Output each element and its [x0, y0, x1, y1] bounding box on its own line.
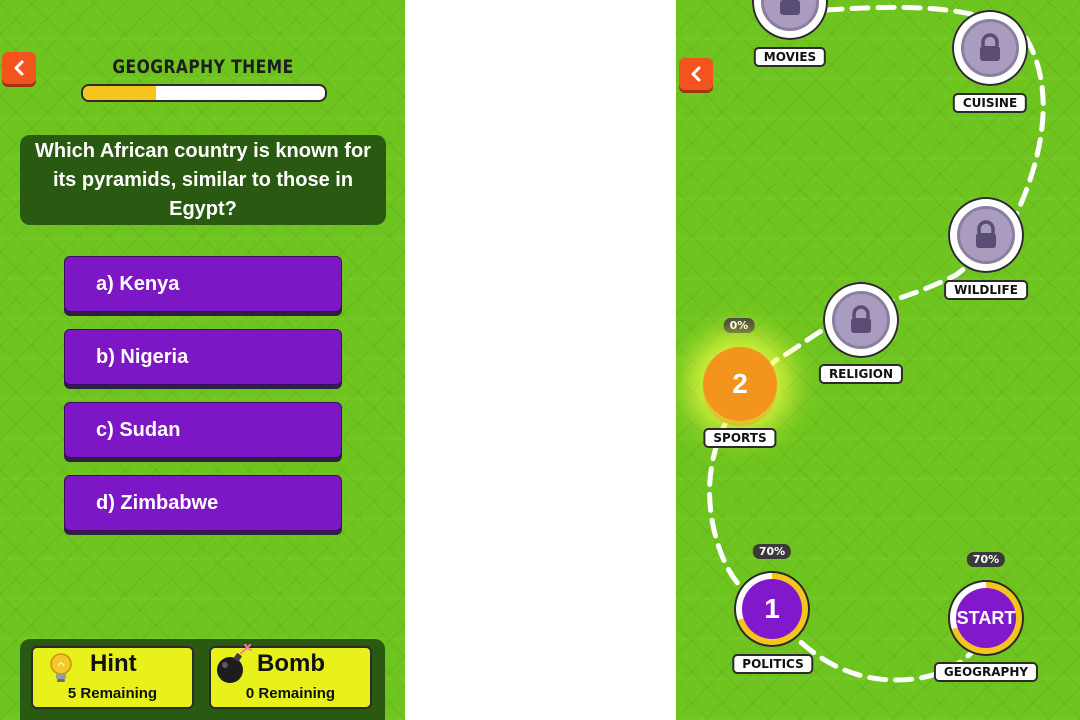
- start-label: START: [956, 607, 1016, 628]
- hint-button[interactable]: Hint 5 Remaining: [31, 646, 194, 709]
- answer-label: b) Nigeria: [96, 345, 189, 368]
- completion-ring: START: [950, 582, 1022, 654]
- theme-title: GEOGRAPHY THEME: [112, 56, 294, 78]
- answer-label: c) Sudan: [96, 418, 181, 441]
- level-node-sports[interactable]: 2: [703, 347, 777, 421]
- question-text: Which African country is known for its p…: [35, 139, 371, 220]
- progress-badge-geography: 70%: [966, 552, 1006, 567]
- node-label-sports: SPORTS: [703, 428, 777, 448]
- level-node-politics[interactable]: 1: [734, 571, 810, 647]
- level-node-geography[interactable]: START: [948, 580, 1024, 656]
- theme-progress-bar: [81, 84, 327, 102]
- back-button[interactable]: [679, 58, 713, 90]
- locked-node-core: [961, 19, 1019, 77]
- lightbulb-icon: [50, 653, 72, 682]
- node-label-cuisine: CUISINE: [952, 93, 1028, 113]
- quiz-screen: GEOGRAPHY THEME Which African country is…: [0, 0, 405, 720]
- bomb-remaining: 0 Remaining: [245, 685, 336, 702]
- locked-node-core: [957, 206, 1015, 264]
- answer-option-c[interactable]: c) Sudan: [64, 402, 342, 458]
- lock-icon: [780, 0, 800, 15]
- progress-badge-sports: 0%: [723, 318, 755, 333]
- level-node-core: 1: [742, 579, 802, 639]
- answer-option-d[interactable]: d) Zimbabwe: [64, 475, 342, 531]
- hint-remaining: 5 Remaining: [67, 685, 158, 702]
- bomb-title: Bomb: [257, 650, 325, 677]
- level-number: 1: [764, 593, 780, 624]
- hint-title: Hint: [90, 650, 137, 677]
- bomb-icon: [217, 644, 252, 683]
- level-node-wildlife[interactable]: [948, 197, 1024, 273]
- answer-option-b[interactable]: b) Nigeria: [64, 329, 342, 385]
- node-label-wildlife: WILDLIFE: [944, 280, 1028, 300]
- answer-option-a[interactable]: a) Kenya: [64, 256, 342, 312]
- question-box: Which African country is known for its p…: [20, 135, 386, 225]
- node-label-politics: POLITICS: [732, 654, 814, 674]
- chevron-left-icon: [14, 60, 24, 76]
- locked-node-core: [832, 291, 890, 349]
- answer-label: d) Zimbabwe: [96, 491, 219, 514]
- node-label-geography: GEOGRAPHY: [933, 662, 1039, 682]
- level-node-religion[interactable]: [823, 282, 899, 358]
- chevron-left-icon: [691, 66, 701, 82]
- theme-progress-fill: [83, 86, 156, 100]
- node-label-religion: RELIGION: [818, 364, 904, 384]
- bomb-button[interactable]: Bomb 0 Remaining: [209, 644, 372, 709]
- level-map-screen: MOVIES CUISINE WILDLIFE RELIGION 0% 2 SP…: [676, 0, 1080, 720]
- node-label-movies: MOVIES: [753, 47, 827, 67]
- lock-icon: [976, 220, 996, 248]
- level-node-cuisine[interactable]: [952, 10, 1028, 86]
- level-node-core: START: [956, 588, 1016, 648]
- level-number: 2: [732, 368, 748, 399]
- completion-ring: 1: [736, 573, 808, 645]
- answer-label: a) Kenya: [96, 272, 180, 295]
- lock-icon: [980, 33, 1000, 61]
- back-button[interactable]: [2, 52, 36, 84]
- locked-node-core: [761, 0, 819, 31]
- lock-icon: [851, 305, 871, 333]
- progress-badge-politics: 70%: [752, 544, 792, 559]
